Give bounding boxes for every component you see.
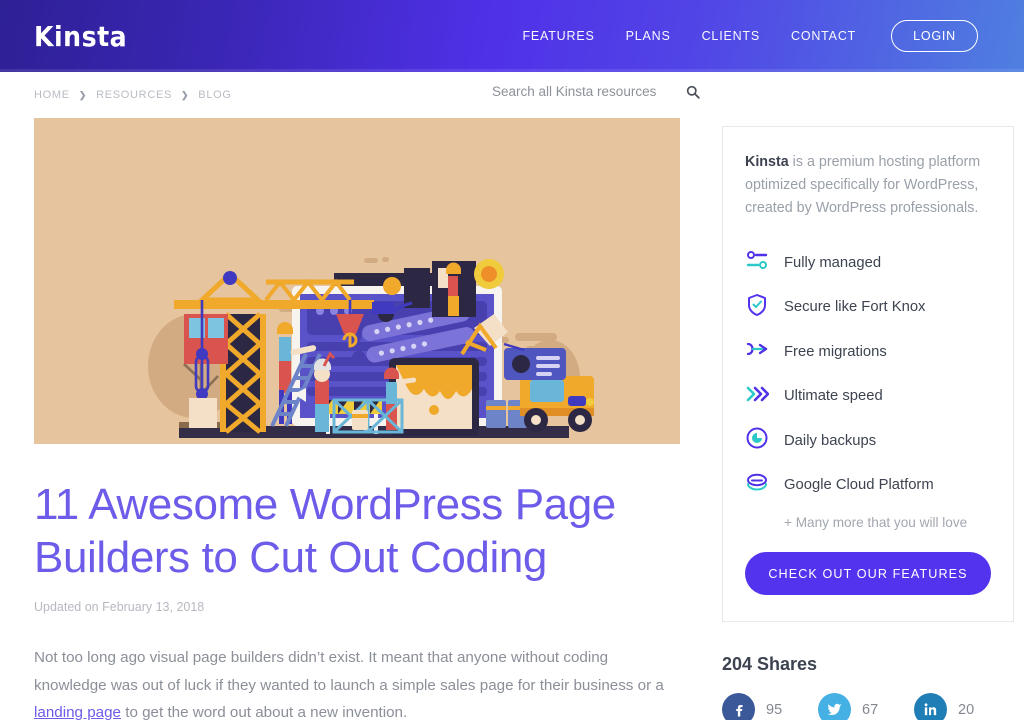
search-box (492, 84, 700, 99)
login-button[interactable]: LOGIN (891, 20, 978, 52)
post-intro-paragraph: Not too long ago visual page builders di… (34, 644, 680, 720)
share-count: 20 (958, 701, 975, 718)
nav-item-contact[interactable]: CONTACT (791, 29, 856, 43)
nav-item-features[interactable]: FEATURES (522, 29, 594, 43)
feature-list: Fully managed Secure like Fort Knox Free… (745, 240, 991, 507)
main-navigation: FEATURES PLANS CLIENTS CONTACT LOGIN (522, 20, 978, 52)
feature-item-secure: Secure like Fort Knox (745, 285, 991, 330)
feature-item-speed: Ultimate speed (745, 374, 991, 419)
kinsta-logo[interactable]: Kinsta (34, 20, 127, 53)
post-date: Updated on February 13, 2018 (34, 600, 205, 615)
breadcrumb-item-home[interactable]: HOME (34, 89, 70, 101)
nav-item-clients[interactable]: CLIENTS (702, 29, 760, 43)
search-icon[interactable] (686, 85, 700, 99)
feature-label: Daily backups (784, 432, 877, 449)
landing-page-link[interactable]: landing page (34, 704, 121, 720)
page-layout: 11 Awesome WordPress Page Builders to Cu… (0, 118, 1024, 720)
facebook-icon[interactable] (722, 693, 755, 720)
linkedin-icon[interactable] (914, 693, 947, 720)
promo-brand-name: Kinsta (745, 154, 789, 170)
article-content: 11 Awesome WordPress Page Builders to Cu… (34, 118, 680, 720)
chevron-right-icon: ❯ (78, 89, 88, 100)
feature-label: Fully managed (784, 254, 882, 271)
promo-intro: Kinsta is a premium hosting platform opt… (745, 151, 991, 220)
share-buttons: 95 67 20 (722, 693, 1014, 720)
feature-label: Google Cloud Platform (784, 477, 934, 494)
migration-arrow-icon (745, 337, 769, 366)
check-out-features-button[interactable]: CHECK OUT OUR FEATURES (745, 552, 991, 596)
feature-label: Secure like Fort Knox (784, 299, 926, 316)
feature-item-migrations: Free migrations (745, 329, 991, 374)
breadcrumb: HOME ❯ RESOURCES ❯ BLOG (34, 89, 232, 101)
twitter-icon[interactable] (818, 693, 851, 720)
breadcrumb-item-blog[interactable]: BLOG (198, 89, 231, 101)
search-input[interactable] (492, 84, 672, 99)
share-count: 95 (766, 701, 783, 718)
post-text-part-1: Not too long ago visual page builders di… (34, 649, 664, 694)
feature-item-fully-managed: Fully managed (745, 240, 991, 285)
shield-check-icon (745, 293, 769, 322)
cloud-platform-icon (745, 471, 769, 500)
shares-title: 204 Shares (722, 654, 818, 675)
share-twitter[interactable]: 67 (818, 693, 914, 720)
promo-card: Kinsta is a premium hosting platform opt… (722, 126, 1014, 623)
double-chevron-speed-icon (745, 382, 770, 411)
share-count: 67 (862, 701, 879, 718)
nav-item-plans[interactable]: PLANS (626, 29, 671, 43)
share-linkedin[interactable]: 20 (914, 693, 1010, 720)
more-features-note: + Many more that you will love (784, 515, 968, 531)
breadcrumb-item-resources[interactable]: RESOURCES (96, 89, 172, 101)
feature-label: Ultimate speed (784, 388, 883, 405)
breadcrumb-searchbar: HOME ❯ RESOURCES ❯ BLOG (0, 72, 1024, 118)
site-header: Kinsta FEATURES PLANS CLIENTS CONTACT LO… (0, 0, 1024, 72)
feature-item-backups: Daily backups (745, 418, 991, 463)
post-text-part-2: to get the word out about a new inventio… (121, 703, 408, 720)
feature-item-gcp: Google Cloud Platform (745, 463, 991, 508)
page-title: 11 Awesome WordPress Page Builders to Cu… (34, 480, 616, 583)
fully-managed-icon (745, 248, 769, 277)
chevron-right-icon: ❯ (181, 89, 190, 100)
feature-label: Free migrations (784, 343, 887, 360)
share-facebook[interactable]: 95 (722, 693, 818, 720)
backup-circle-icon (745, 426, 769, 455)
sidebar: Kinsta is a premium hosting platform opt… (722, 118, 1014, 720)
hero-illustration (34, 118, 680, 444)
